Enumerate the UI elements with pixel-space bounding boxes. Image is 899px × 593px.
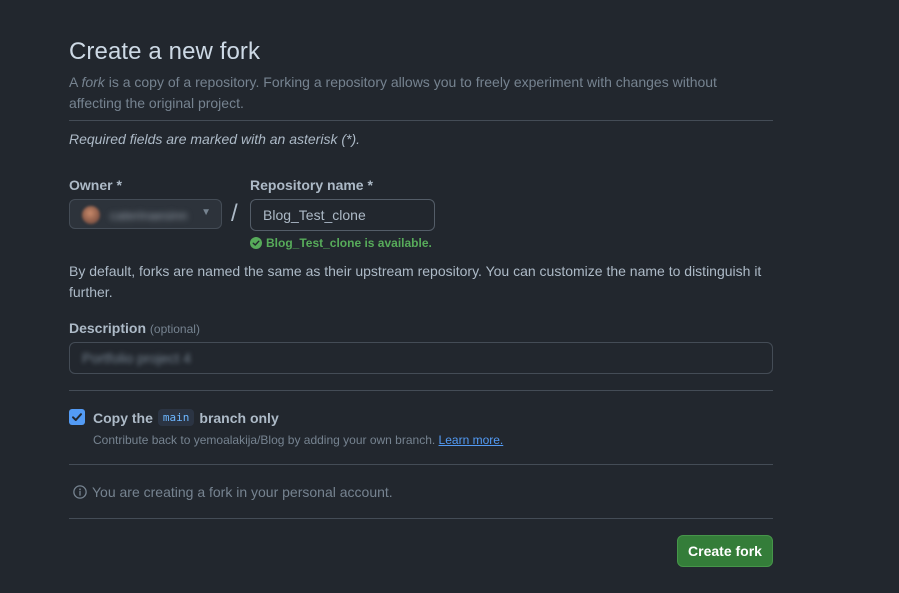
copy-branch-label[interactable]: Copy the main branch only [93,409,279,426]
divider [69,464,773,465]
description-value: Portfolio project 4 [82,350,191,366]
copy-branch-note: Contribute back to yemoalakija/Blog by a… [93,433,503,447]
owner-select[interactable]: caterinaesinn ▼ [69,199,222,229]
description-label: Description (optional) [69,320,200,336]
owner-repo-separator: / [231,200,238,227]
description-input[interactable]: Portfolio project 4 [69,342,773,374]
required-fields-note: Required fields are marked with an aster… [69,131,361,147]
intro-text: A fork is a copy of a repository. Forkin… [69,72,759,114]
copy-main-branch-checkbox[interactable] [69,409,85,425]
checkmark-icon [72,413,82,421]
avatar [82,206,100,224]
copy-branch-label-suffix: branch only [199,409,279,426]
branch-name-code: main [157,409,195,426]
description-label-text: Description [69,320,147,336]
check-circle-icon [250,237,262,249]
owner-name: caterinaesinn [110,208,188,223]
intro-prefix: A [69,74,82,90]
owner-label: Owner * [69,177,122,193]
triangle-down-icon: ▼ [201,207,211,218]
create-fork-button[interactable]: Create fork [677,535,773,567]
intro-emphasis: fork [81,74,105,90]
availability-text: Blog_Test_clone is available. [266,236,432,250]
account-info-text: You are creating a fork in your personal… [92,484,393,500]
info-icon [73,485,87,499]
copy-branch-label-prefix: Copy the [93,409,153,426]
repo-name-label: Repository name * [250,177,373,193]
divider [69,120,773,121]
page-title: Create a new fork [69,38,261,65]
account-info: You are creating a fork in your personal… [73,484,393,500]
naming-help-text: By default, forks are named the same as … [69,263,762,300]
repo-name-input[interactable]: Blog_Test_clone [250,199,435,231]
intro-suffix: is a copy of a repository. Forking a rep… [69,74,717,111]
copy-branch-note-text: Contribute back to yemoalakija/Blog by a… [93,433,436,447]
learn-more-link[interactable]: Learn more. [439,433,504,447]
divider [69,390,773,391]
divider [69,518,773,519]
optional-hint: (optional) [149,322,200,336]
availability-message: Blog_Test_clone is available. [250,236,432,250]
